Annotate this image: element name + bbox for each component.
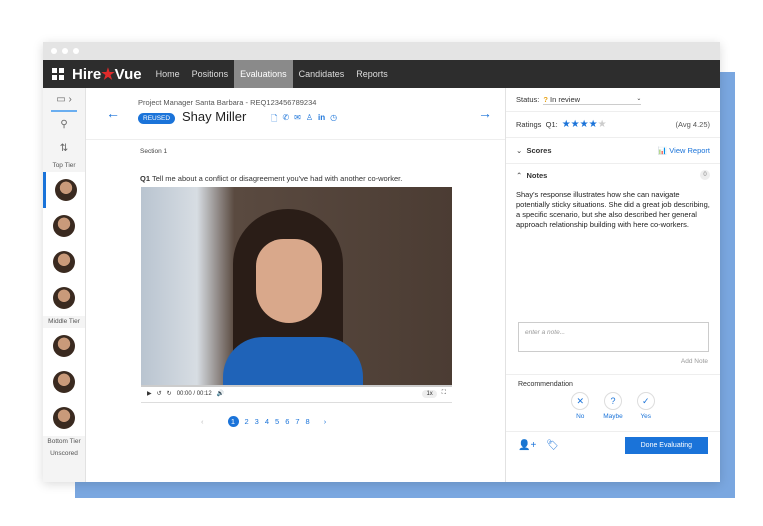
candidate-avatar[interactable] <box>43 208 85 244</box>
page-7[interactable]: 7 <box>295 417 299 426</box>
x-icon: ✕ <box>571 392 590 410</box>
main-content: ← Project Manager Santa Barbara - REQ123… <box>86 88 505 482</box>
scores-label: Scores <box>526 146 552 155</box>
video-controls: ▶ ↺ ↻ 00:00 / 00:12 🔊 1x ⛶ <box>141 385 452 403</box>
top-nav: Hire★Vue Home Positions Evaluations Cand… <box>43 60 720 88</box>
add-user-icon[interactable]: 👤+ <box>518 440 536 451</box>
video-progress[interactable] <box>141 385 452 387</box>
requisition: Project Manager Santa Barbara - REQ12345… <box>138 98 317 107</box>
nav-positions[interactable]: Positions <box>186 60 235 88</box>
page-8[interactable]: 8 <box>306 417 310 426</box>
page-5[interactable]: 5 <box>275 417 279 426</box>
add-note-button[interactable]: Add Note <box>681 358 708 365</box>
recommendation: Recommendation ✕ No ? Maybe ✓ Yes <box>506 374 720 426</box>
note-input[interactable]: enter a note... <box>518 322 709 352</box>
notes-header[interactable]: ⌃ Notes 0 <box>506 164 720 186</box>
question-icon: ? <box>603 392 622 410</box>
play-icon[interactable]: ▶ <box>147 390 152 397</box>
status-label: Status: <box>516 95 540 104</box>
average-rating: (Avg 4.25) <box>675 120 710 129</box>
view-report-link[interactable]: 📊 View Report <box>658 146 710 155</box>
candidate-avatar[interactable] <box>43 280 85 316</box>
nav-candidates[interactable]: Candidates <box>293 60 351 88</box>
forward-icon[interactable]: ↻ <box>167 390 172 397</box>
contact-icons: 🗋 ✆ ✉ ♙ in ◷ <box>271 113 337 127</box>
email-icon[interactable]: ✉ <box>294 113 301 127</box>
video-player[interactable] <box>141 187 452 385</box>
rec-yes-button[interactable]: ✓ Yes <box>636 392 655 420</box>
done-evaluating-button[interactable]: Done Evaluating <box>624 436 708 454</box>
window-dot <box>51 48 57 54</box>
notes-label: Notes <box>526 170 548 180</box>
prev-candidate-arrow-icon[interactable]: ← <box>106 105 120 121</box>
next-candidate-arrow-icon[interactable]: → <box>478 105 492 121</box>
page-6[interactable]: 6 <box>285 417 289 426</box>
star-rating[interactable]: ★★★★★ <box>562 119 607 130</box>
pagination: ‹ 1 2 3 4 5 6 7 8 › <box>201 416 326 427</box>
app-window: Hire★Vue Home Positions Evaluations Cand… <box>43 42 720 482</box>
candidate-avatar[interactable] <box>43 328 85 364</box>
candidate-header: ← Project Manager Santa Barbara - REQ123… <box>86 88 505 140</box>
card-view-icon[interactable]: ▭ › <box>51 88 77 112</box>
tier-label: Top Tier <box>43 160 85 172</box>
window-dot <box>73 48 79 54</box>
note-text: Shay's response illustrates how she can … <box>516 190 710 229</box>
status-row: Status: ? In review ⌄ <box>506 88 720 112</box>
candidate-avatar[interactable] <box>43 244 85 280</box>
sort-icon[interactable]: ⇅ <box>43 136 85 160</box>
resume-icon[interactable]: 🗋 <box>271 113 277 127</box>
candidate-avatar[interactable] <box>43 172 85 208</box>
chevron-down-icon: ⌄ <box>516 146 523 155</box>
page-1[interactable]: 1 <box>227 416 239 427</box>
page-4[interactable]: 4 <box>265 417 269 426</box>
logo: Hire★Vue <box>72 66 142 83</box>
rec-no-button[interactable]: ✕ No <box>571 392 590 420</box>
panel-footer: 👤+ 🏷 Done Evaluating <box>506 431 720 458</box>
page-3[interactable]: 3 <box>255 417 259 426</box>
section-label: Section 1 <box>140 148 168 155</box>
scores-row[interactable]: ⌄ Scores 📊 View Report <box>506 138 720 164</box>
ratings-label: Ratings <box>516 120 542 129</box>
recommendation-label: Recommendation <box>518 381 573 388</box>
window-dot <box>62 48 68 54</box>
tier-label: Bottom Tier <box>43 436 85 448</box>
chevron-up-icon: ⌃ <box>516 170 523 180</box>
nav-home[interactable]: Home <box>150 60 186 88</box>
profile-icon[interactable]: ♙ <box>306 113 313 127</box>
nav-evaluations[interactable]: Evaluations <box>234 60 293 88</box>
candidate-sidebar: ▭ › ⚲ ⇅ Top Tier Middle Tier Bottom Tier… <box>43 88 86 482</box>
ratings-row: Ratings Q1: ★★★★★ (Avg 4.25) <box>506 112 720 138</box>
tier-label: Middle Tier <box>43 316 85 328</box>
candidate-avatar[interactable] <box>43 400 85 436</box>
next-page-icon[interactable]: › <box>324 417 327 426</box>
phone-icon[interactable]: ✆ <box>282 113 289 127</box>
search-icon[interactable]: ⚲ <box>43 112 85 136</box>
page-2[interactable]: 2 <box>245 417 249 426</box>
history-icon[interactable]: ◷ <box>330 113 337 127</box>
evaluation-panel: Status: ? In review ⌄ Ratings Q1: ★★★★★ (… <box>505 88 720 482</box>
speed-button[interactable]: 1x <box>422 389 437 398</box>
tier-label: Unscored <box>43 448 85 460</box>
rec-maybe-button[interactable]: ? Maybe <box>603 392 623 420</box>
fullscreen-icon[interactable]: ⛶ <box>442 390 446 397</box>
candidate-avatar[interactable] <box>43 364 85 400</box>
reused-badge: REUSED <box>138 113 176 124</box>
prev-page-icon[interactable]: ‹ <box>201 417 204 426</box>
title-bar <box>43 42 720 60</box>
rewind-icon[interactable]: ↺ <box>157 390 162 397</box>
tag-icon[interactable]: 🏷 <box>546 440 559 451</box>
question: Q1 Tell me about a conflict or disagreem… <box>140 174 403 183</box>
time-readout: 00:00 / 00:12 <box>176 390 212 397</box>
status-select[interactable]: ? In review ⌄ <box>543 95 642 105</box>
check-icon: ✓ <box>636 392 655 410</box>
ratings-question: Q1: <box>545 120 558 129</box>
apps-grid-icon[interactable] <box>52 68 64 80</box>
linkedin-icon[interactable]: in <box>318 113 325 127</box>
notes-count: 0 <box>700 170 710 180</box>
volume-icon[interactable]: 🔊 <box>217 390 224 397</box>
nav-reports[interactable]: Reports <box>350 60 394 88</box>
candidate-name: Shay Miller <box>182 109 247 124</box>
